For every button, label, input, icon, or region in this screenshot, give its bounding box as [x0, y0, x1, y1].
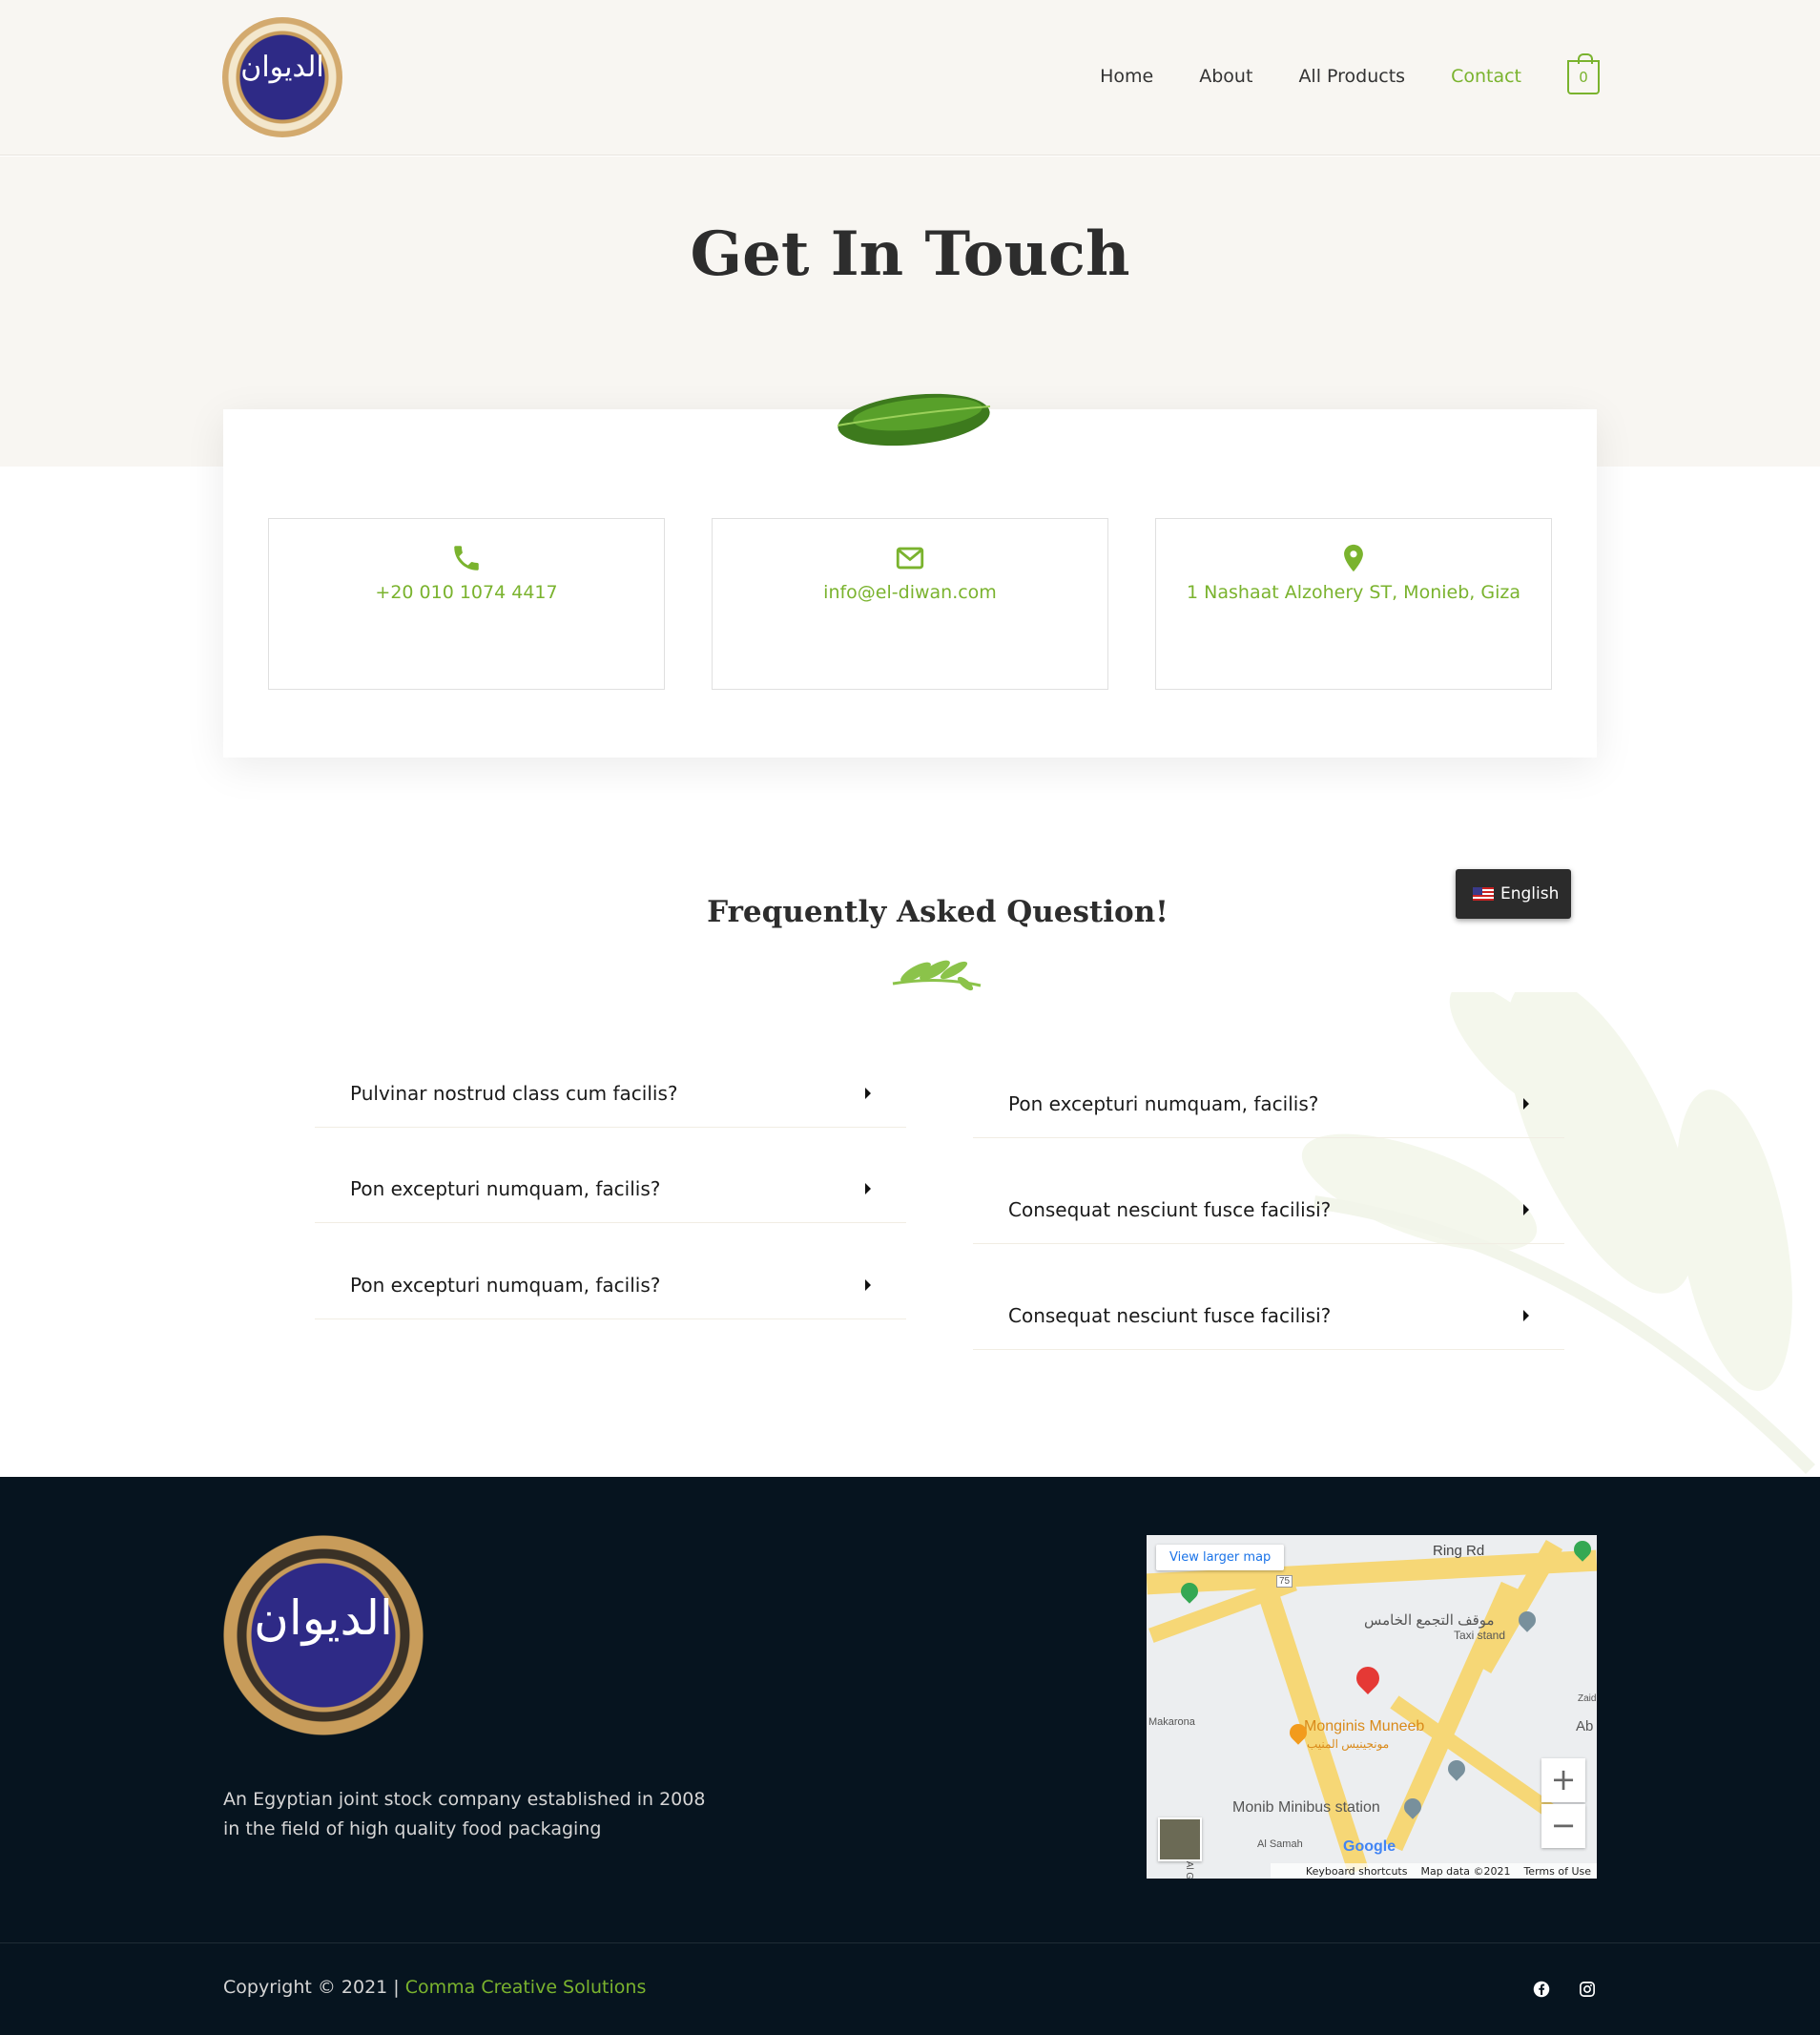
language-switcher[interactable]: English — [1456, 869, 1571, 919]
faq-item[interactable]: Consequat nesciunt fusce facilisi? — [973, 1175, 1564, 1244]
map-label-monginis: Monginis Muneeb — [1304, 1718, 1425, 1734]
map-attribution: Keyboard shortcuts Map data ©2021 Terms … — [1271, 1863, 1597, 1879]
cart-icon[interactable]: 0 — [1567, 53, 1600, 94]
sprig-icon — [892, 960, 982, 991]
footer-description: An Egyptian joint stock company establis… — [223, 1789, 706, 1839]
map-label-ab: Ab — [1576, 1718, 1594, 1734]
email-address[interactable]: info@el-diwan.com — [713, 578, 1107, 608]
language-label: English — [1500, 884, 1560, 903]
site-logo[interactable]: الديوان — [222, 17, 342, 137]
phone-number[interactable]: +20 010 1074 4417 — [269, 578, 664, 608]
faq-question: Pon excepturi numquam, facilis? — [1008, 1092, 1319, 1115]
contact-card: +20 010 1074 4417 info@el-diwan.com 1 Na… — [223, 409, 1597, 758]
faq-item[interactable]: Consequat nesciunt fusce facilisi? — [973, 1281, 1564, 1350]
company-link[interactable]: Comma Creative Solutions — [405, 1977, 647, 1998]
facebook-icon[interactable] — [1533, 1981, 1550, 1998]
caret-right-icon — [1523, 1310, 1529, 1321]
logo-text: الديوان — [240, 51, 324, 84]
map-route-shield: 75 — [1276, 1575, 1293, 1588]
location-marker-icon[interactable] — [1352, 1662, 1384, 1694]
leaf-icon — [837, 393, 991, 446]
copyright: Copyright © 2021 | Comma Creative Soluti… — [223, 1977, 646, 1998]
map-data-text: Map data ©2021 — [1420, 1864, 1511, 1878]
caret-right-icon — [865, 1279, 871, 1291]
map-label-zaid: Zaid — [1578, 1693, 1597, 1704]
satellite-toggle[interactable] — [1158, 1817, 1202, 1861]
map-label-makarona: Makarona — [1148, 1716, 1195, 1728]
map-label-al-samah: Al Samah — [1257, 1838, 1303, 1850]
footer-divider — [0, 1942, 1820, 1943]
address-box: 1 Nashaat Alzohery ST, Monieb, Giza — [1155, 518, 1552, 690]
map-label-taxi-stand: Taxi stand — [1454, 1629, 1506, 1642]
nav-all-products[interactable]: All Products — [1298, 66, 1405, 87]
faq-question: Consequat nesciunt fusce facilisi? — [1008, 1198, 1332, 1221]
phone-icon — [454, 546, 479, 571]
nav-about[interactable]: About — [1199, 66, 1252, 87]
view-larger-map-link[interactable]: View larger map — [1156, 1545, 1285, 1570]
faq-question: Pon excepturi numquam, facilis? — [350, 1177, 661, 1200]
main-nav: Home About All Products Contact 0 — [1054, 53, 1600, 94]
faq-item[interactable]: Pon excepturi numquam, facilis? — [973, 1069, 1564, 1138]
map-pin-icon — [1344, 544, 1363, 572]
keyboard-shortcuts-link[interactable]: Keyboard shortcuts — [1306, 1865, 1408, 1878]
cart-count: 0 — [1579, 69, 1588, 86]
caret-right-icon — [865, 1088, 871, 1099]
map-label-minibus: Monib Minibus station — [1232, 1799, 1380, 1816]
caret-right-icon — [1523, 1098, 1529, 1110]
logo-text: الديوان — [254, 1590, 393, 1646]
google-logo: Google — [1343, 1838, 1396, 1855]
map-label-monginis-arabic: مونجينيس المنيب — [1307, 1737, 1390, 1751]
faq-item[interactable]: Pon excepturi numquam, facilis? — [315, 1251, 906, 1319]
footer-logo[interactable]: الديوان — [223, 1535, 424, 1735]
email-box: info@el-diwan.com — [712, 518, 1108, 690]
nav-home[interactable]: Home — [1100, 66, 1153, 87]
address-text: 1 Nashaat Alzohery ST, Monieb, Giza — [1187, 582, 1520, 603]
envelope-icon — [896, 547, 924, 570]
page-title: Get In Touch — [690, 218, 1130, 290]
caret-right-icon — [1523, 1204, 1529, 1215]
faq-question: Pulvinar nostrud class cum facilis? — [350, 1082, 678, 1105]
nav-contact[interactable]: Contact — [1451, 66, 1521, 87]
map-label-taxi-arabic: موقف التجمع الخامس — [1364, 1612, 1495, 1629]
site-footer: الديوان An Egyptian joint stock company … — [0, 1477, 1820, 2035]
zoom-out-button[interactable]: − — [1541, 1804, 1585, 1848]
instagram-icon[interactable] — [1579, 1981, 1596, 1998]
site-header: الديوان Home About All Products Contact … — [0, 0, 1820, 156]
zoom-in-button[interactable]: + — [1541, 1758, 1585, 1802]
faq-question: Pon excepturi numquam, facilis? — [350, 1274, 661, 1297]
faq-question: Consequat nesciunt fusce facilisi? — [1008, 1304, 1332, 1327]
terms-link[interactable]: Terms of Use — [1523, 1865, 1591, 1878]
phone-box: +20 010 1074 4417 — [268, 518, 665, 690]
copyright-text: Copyright © 2021 | — [223, 1977, 405, 1998]
faq-item[interactable]: Pulvinar nostrud class cum facilis? — [315, 1059, 906, 1128]
us-flag-icon — [1473, 887, 1494, 901]
map-label-ring-rd: Ring Rd — [1433, 1543, 1485, 1559]
embedded-map[interactable]: View larger map Ring Rd 75 موقف التجمع ا… — [1147, 1535, 1597, 1879]
faq-item[interactable]: Pon excepturi numquam, facilis? — [315, 1154, 906, 1223]
caret-right-icon — [865, 1183, 871, 1194]
